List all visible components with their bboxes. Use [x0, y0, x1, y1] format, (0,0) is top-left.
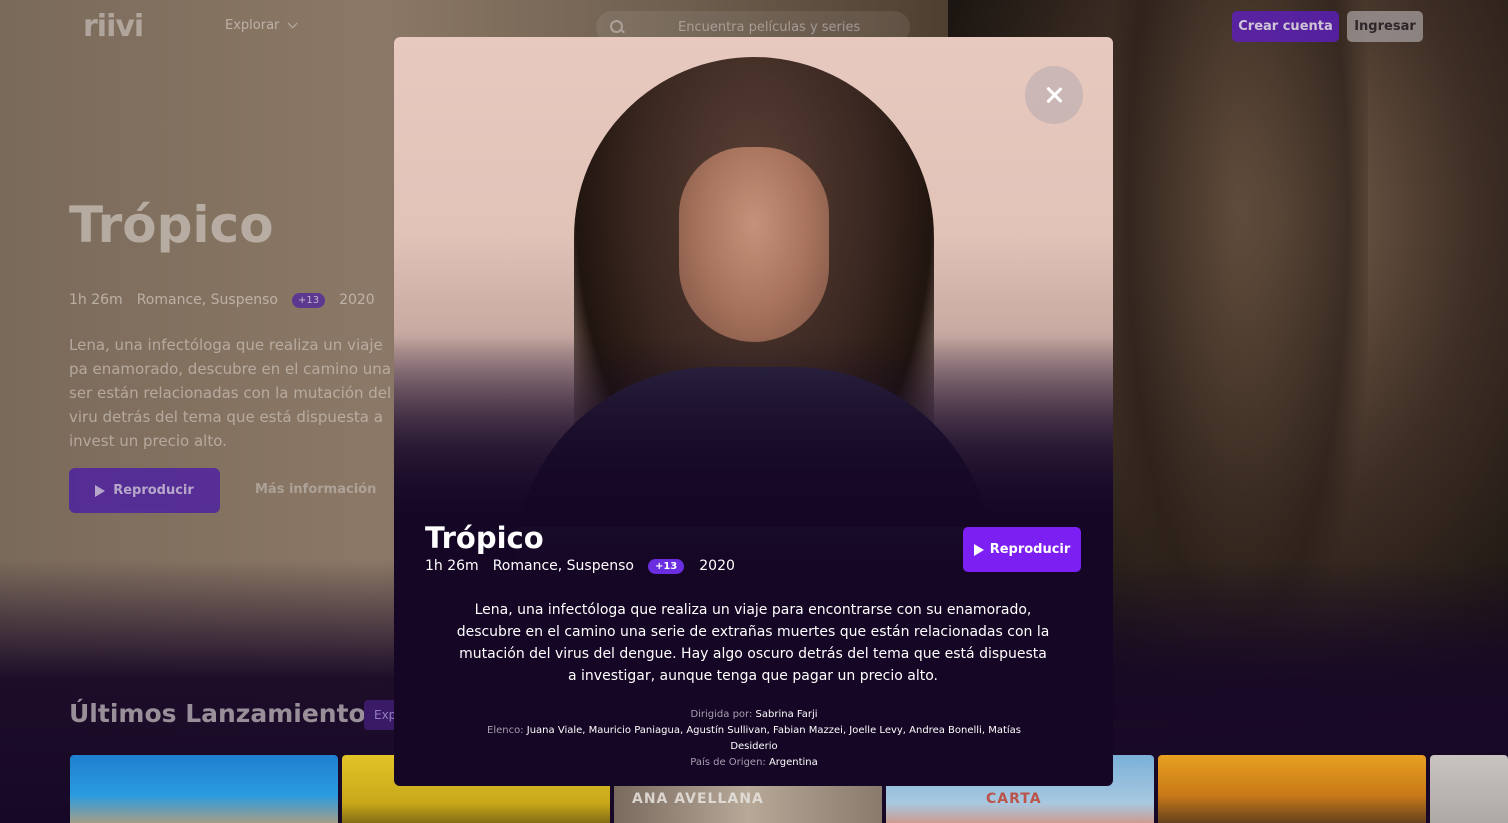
credit-origin: País de Origen: Argentina [474, 755, 1034, 771]
close-modal-button[interactable] [1025, 66, 1083, 124]
login-button[interactable]: Ingresar [1347, 11, 1423, 42]
cast-value: Juana Viale, Mauricio Paniagua, Agustín … [526, 725, 1021, 752]
origin-label: País de Origen: [690, 757, 766, 768]
card-label: CARTA [986, 791, 1042, 807]
modal-credits: Dirigida por: Sabrina Farji Elenco: Juan… [474, 707, 1034, 771]
chevron-down-icon [288, 18, 298, 29]
hero-genres: Romance, Suspenso [136, 292, 278, 308]
modal-rating-badge: +13 [647, 558, 685, 574]
director-label: Dirigida por: [690, 709, 753, 720]
play-icon [973, 543, 984, 556]
modal-genres: Romance, Suspenso [492, 558, 634, 574]
hero-description: Lena, una infectóloga que realiza un via… [69, 336, 392, 450]
riivi-logo[interactable]: riivi [83, 9, 144, 44]
modal-meta: 1h 26m Romance, Suspenso +13 2020 [425, 558, 735, 574]
content-card[interactable] [70, 755, 338, 823]
modal-title: Trópico [425, 521, 544, 555]
hero-rating-badge: +13 [291, 292, 326, 308]
close-icon [1045, 86, 1063, 104]
modal-description: Lena, una infectóloga que realiza un via… [456, 602, 1050, 684]
hero-year: 2020 [339, 292, 375, 308]
content-card[interactable] [1430, 755, 1508, 823]
play-icon [95, 484, 106, 497]
hero-duration: 1h 26m [69, 292, 123, 308]
director-value: Sabrina Farji [755, 709, 818, 720]
content-card[interactable] [1158, 755, 1426, 823]
title-detail-modal: Trópico 1h 26m Romance, Suspenso +13 202… [394, 37, 1113, 786]
search-input[interactable]: Encuentra películas y series [678, 20, 860, 35]
modal-play-label: Reproducir [989, 542, 1071, 557]
modal-year: 2020 [699, 558, 735, 574]
cast-label: Elenco: [487, 725, 524, 736]
hero-meta: 1h 26m Romance, Suspenso +13 2020 [69, 292, 375, 308]
hero-play-button[interactable]: Reproducir [69, 468, 220, 513]
origin-value: Argentina [768, 757, 818, 768]
search-icon [610, 20, 624, 34]
credit-director: Dirigida por: Sabrina Farji [474, 707, 1034, 723]
hero-title: Trópico [69, 196, 274, 254]
hero-play-label: Reproducir [113, 483, 194, 498]
portrait-face [679, 147, 829, 342]
explore-menu[interactable]: Explorar [225, 18, 298, 33]
card-label: ANA AVELLANA [632, 791, 764, 807]
credit-cast: Elenco: Juana Viale, Mauricio Paniagua, … [474, 723, 1034, 755]
modal-duration: 1h 26m [425, 558, 479, 574]
modal-play-button[interactable]: Reproducir [963, 527, 1081, 572]
more-info-button[interactable]: Más información [255, 482, 376, 497]
create-account-button[interactable]: Crear cuenta [1232, 11, 1339, 42]
modal-image-fade [394, 337, 1113, 527]
explore-label: Explorar [225, 18, 280, 33]
section-title: Últimos Lanzamientos [69, 699, 381, 728]
